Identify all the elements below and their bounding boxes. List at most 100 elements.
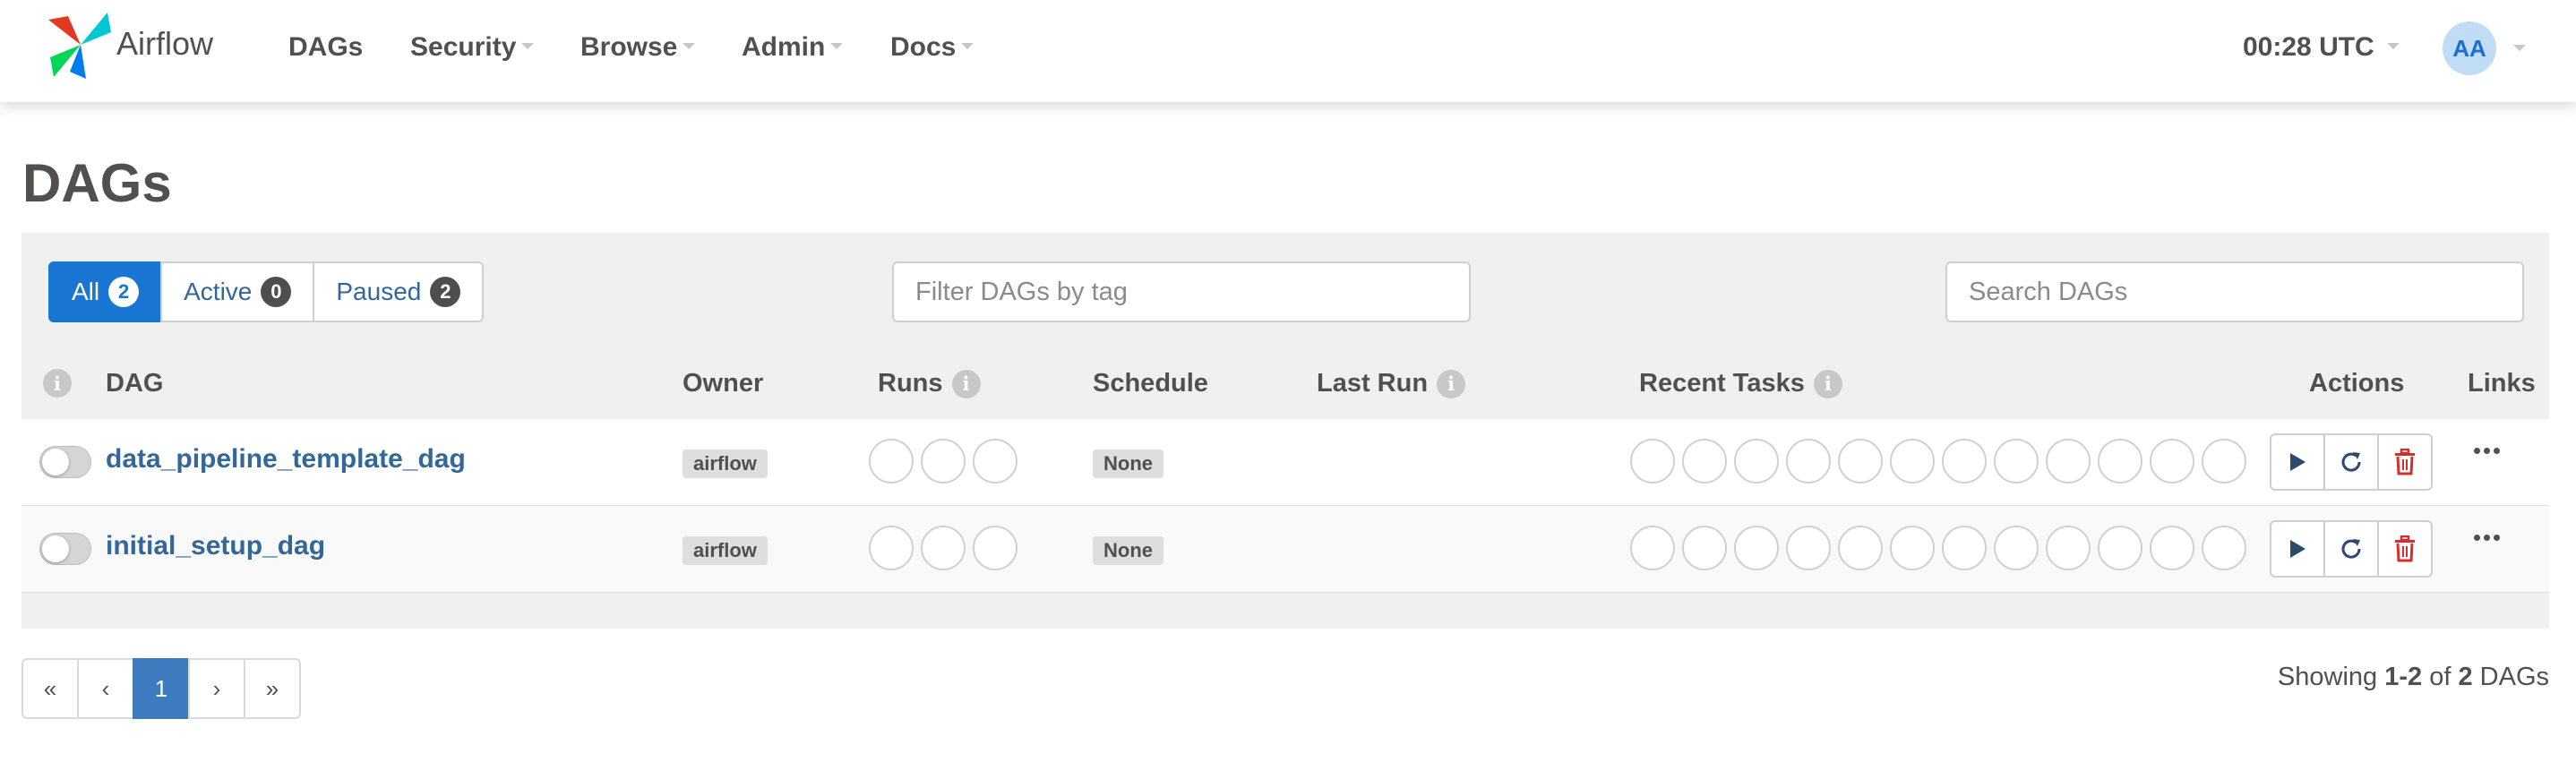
header-links: Links xyxy=(2468,369,2536,398)
dot xyxy=(2474,448,2480,454)
task-state-circle[interactable] xyxy=(1734,439,1779,484)
links-ellipsis-icon[interactable] xyxy=(2474,448,2503,454)
refresh-icon xyxy=(2341,539,2361,559)
task-state-circle[interactable] xyxy=(1942,439,1987,484)
task-state-circle[interactable] xyxy=(2046,526,2091,570)
task-state-circle[interactable] xyxy=(1890,526,1935,570)
results-summary: Showing 1-2 of 2 DAGs xyxy=(2278,663,2549,692)
filter-active-label: Active xyxy=(184,278,253,305)
task-state-circle[interactable] xyxy=(1838,439,1883,484)
page-prev-button[interactable]: ‹ xyxy=(77,658,134,719)
nav-browse[interactable]: Browse xyxy=(580,32,696,63)
info-icon[interactable]: i xyxy=(1437,369,1466,398)
task-state-circle[interactable] xyxy=(1838,526,1883,570)
dag-id-link[interactable]: initial_setup_dag xyxy=(106,531,325,561)
owner-tag[interactable]: airflow xyxy=(683,536,768,565)
run-state-circle[interactable] xyxy=(921,526,966,570)
trigger-dag-button[interactable] xyxy=(2270,520,2325,578)
filter-paused-button[interactable]: Paused 2 xyxy=(313,261,485,322)
refresh-dag-button[interactable] xyxy=(2323,520,2379,578)
info-icon[interactable]: i xyxy=(43,369,72,398)
refresh-dag-button[interactable] xyxy=(2323,433,2379,491)
summary-of: of xyxy=(2429,663,2451,691)
caret-down-icon xyxy=(2386,42,2400,49)
task-state-circle[interactable] xyxy=(1630,526,1675,570)
dot xyxy=(2484,448,2490,454)
schedule-tag[interactable]: None xyxy=(1093,536,1163,565)
nav-admin[interactable]: Admin xyxy=(742,32,844,63)
task-state-circle[interactable] xyxy=(1786,526,1831,570)
run-state-circle[interactable] xyxy=(869,526,914,570)
page-last-button[interactable]: » xyxy=(244,658,301,719)
task-state-circle[interactable] xyxy=(2150,439,2194,484)
airflow-logo-icon[interactable] xyxy=(45,9,116,81)
summary-total: 2 xyxy=(2458,663,2473,691)
nav-dags[interactable]: DAGs xyxy=(288,32,363,63)
delete-dag-button[interactable] xyxy=(2377,433,2433,491)
task-state-circle[interactable] xyxy=(1994,439,2039,484)
task-state-circle[interactable] xyxy=(2098,439,2142,484)
page-next-button[interactable]: › xyxy=(188,658,245,719)
filter-all-button[interactable]: All 2 xyxy=(48,261,163,322)
pause-toggle[interactable] xyxy=(39,533,91,565)
run-state-circle[interactable] xyxy=(973,439,1018,484)
dot xyxy=(2474,535,2480,541)
task-state-circle[interactable] xyxy=(2202,439,2246,484)
recent-tasks-circles xyxy=(1630,439,2254,484)
trigger-dag-button[interactable] xyxy=(2270,433,2325,491)
info-icon[interactable]: i xyxy=(1813,369,1842,398)
task-state-circle[interactable] xyxy=(1630,439,1675,484)
refresh-icon xyxy=(2341,452,2361,472)
header-owner[interactable]: Owner xyxy=(683,369,763,398)
task-state-circle[interactable] xyxy=(1942,526,1987,570)
task-state-circle[interactable] xyxy=(1994,526,2039,570)
header-actions: Actions xyxy=(2309,369,2405,398)
summary-prefix: Showing xyxy=(2277,663,2378,691)
play-icon xyxy=(2290,453,2306,471)
page-first-button[interactable]: « xyxy=(21,658,79,719)
user-avatar[interactable]: AA xyxy=(2443,21,2496,75)
run-state-circle[interactable] xyxy=(921,439,966,484)
caret-down-icon xyxy=(683,42,696,49)
page-current-button[interactable]: 1 xyxy=(133,658,190,719)
brand-name[interactable]: Airflow xyxy=(116,25,213,63)
task-state-circle[interactable] xyxy=(1682,526,1727,570)
task-state-circle[interactable] xyxy=(1890,439,1935,484)
filter-all-count: 2 xyxy=(108,277,140,307)
pause-toggle[interactable] xyxy=(39,446,91,478)
nav-security[interactable]: Security xyxy=(410,32,535,63)
trash-icon xyxy=(2395,535,2415,562)
tag-filter-input[interactable] xyxy=(892,261,1471,322)
top-navbar: Airflow DAGs Security Browse Admin Docs … xyxy=(0,0,2576,102)
header-runs: Runs i xyxy=(878,369,981,398)
nav-admin-label: Admin xyxy=(742,32,826,62)
task-state-circle[interactable] xyxy=(1682,439,1727,484)
header-info[interactable]: i xyxy=(43,369,72,398)
run-state-circle[interactable] xyxy=(973,526,1018,570)
utc-clock[interactable]: 00:28 UTC xyxy=(2243,32,2400,63)
owner-tag[interactable]: airflow xyxy=(683,449,768,478)
run-state-circle[interactable] xyxy=(869,439,914,484)
task-state-circle[interactable] xyxy=(2046,439,2091,484)
nav-dags-label: DAGs xyxy=(288,32,364,62)
task-state-circle[interactable] xyxy=(2202,526,2246,570)
table-row: data_pipeline_template_dag airflow None xyxy=(21,419,2549,505)
play-icon xyxy=(2290,540,2306,558)
caret-down-icon[interactable] xyxy=(2513,45,2526,51)
task-state-circle[interactable] xyxy=(1734,526,1779,570)
schedule-tag[interactable]: None xyxy=(1093,449,1163,478)
search-dags-input[interactable] xyxy=(1945,261,2524,322)
nav-docs[interactable]: Docs xyxy=(890,32,975,63)
dag-id-link[interactable]: data_pipeline_template_dag xyxy=(106,444,466,475)
header-dag[interactable]: DAG xyxy=(106,369,163,398)
info-icon[interactable]: i xyxy=(951,369,981,398)
filter-active-button[interactable]: Active 0 xyxy=(160,261,315,322)
dot xyxy=(2494,448,2500,454)
task-state-circle[interactable] xyxy=(2098,526,2142,570)
links-ellipsis-icon[interactable] xyxy=(2474,535,2503,541)
task-state-circle[interactable] xyxy=(2150,526,2194,570)
header-last-run-label: Last Run xyxy=(1317,369,1429,398)
nav-docs-label: Docs xyxy=(890,32,957,62)
delete-dag-button[interactable] xyxy=(2377,520,2433,578)
task-state-circle[interactable] xyxy=(1786,439,1831,484)
